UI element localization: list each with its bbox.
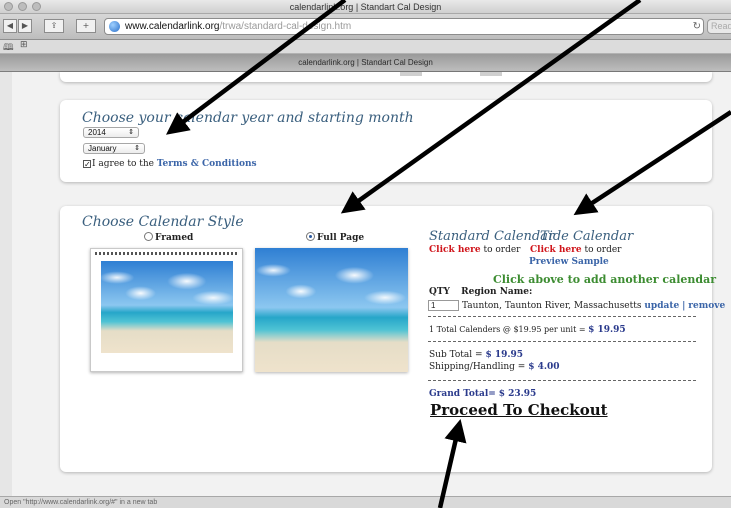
standard-to-order-label: to order	[483, 245, 521, 255]
fullpage-radio[interactable]	[306, 232, 315, 241]
address-host: www.calendarlink.org	[125, 21, 220, 32]
terms-link[interactable]: Terms & Conditions	[157, 159, 257, 169]
style-option-framed[interactable]: Framed	[144, 232, 193, 243]
month-select-value: January	[88, 144, 117, 153]
tide-click-here-link[interactable]: Click here	[530, 245, 582, 255]
beach-image	[101, 261, 233, 353]
preview-sample-link[interactable]: Preview Sample	[529, 257, 609, 267]
update-link[interactable]: update	[644, 301, 679, 311]
grand-total-label: Grand Total=	[429, 389, 496, 399]
fullpage-preview[interactable]	[255, 248, 408, 372]
tab-title: calendarlink.org | Standart Cal Design	[298, 58, 433, 67]
standard-calendar-title: Standard Calendar	[429, 229, 555, 244]
subtotal-value: $ 19.95	[485, 350, 524, 360]
forward-icon[interactable]: ▶	[18, 19, 32, 33]
region-name: Taunton, Taunton River, Massachusetts	[462, 301, 642, 311]
tide-calendar-title: Tide Calendar	[540, 229, 634, 244]
framed-preview[interactable]	[90, 248, 243, 372]
year-month-heading: Choose your calendar year and starting m…	[82, 110, 414, 126]
shipping-label: Shipping/Handling =	[429, 362, 526, 372]
year-select[interactable]: 2014 ⇕	[83, 127, 139, 138]
status-bar: Open "http://www.calendarlink.org/#" in …	[0, 496, 731, 508]
subtotal-line: Sub Total = $ 19.95	[429, 350, 523, 360]
share-icon[interactable]: ⇪	[44, 19, 64, 33]
plus-icon[interactable]: +	[76, 19, 96, 33]
grand-total-line: Grand Total= $ 23.95	[429, 389, 536, 399]
add-another-calendar-hint: Click above to add another calendar	[493, 273, 717, 286]
back-icon[interactable]: ◀	[3, 19, 17, 33]
year-select-value: 2014	[88, 128, 106, 137]
framed-label: Framed	[155, 233, 194, 243]
subtotal-label: Sub Total =	[429, 350, 483, 360]
close-window-button[interactable]	[4, 2, 13, 11]
address-bar[interactable]: www.calendarlink.org/trwa/standard-cal-d…	[104, 18, 704, 35]
order-row: 1 Taunton, Taunton River, Massachusetts u…	[428, 300, 725, 311]
remove-link[interactable]: remove	[688, 301, 725, 311]
agree-row: ✓I agree to the Terms & Conditions	[83, 159, 257, 169]
previous-panel	[60, 72, 712, 82]
total-line-label: 1 Total Calenders @ $19.95 per unit =	[429, 325, 586, 334]
framed-radio[interactable]	[144, 232, 153, 241]
month-select[interactable]: January ⇕	[83, 143, 145, 154]
standard-click-here-link[interactable]: Click here	[429, 245, 481, 255]
shipping-line: Shipping/Handling = $ 4.00	[429, 362, 560, 372]
divider	[480, 72, 502, 76]
fullpage-label: Full Page	[317, 233, 365, 243]
divider	[428, 380, 696, 381]
agree-label: I agree to the	[92, 159, 154, 169]
region-header: Region Name:	[461, 287, 533, 297]
browser-toolbar: ◀ ▶ ⇪ + www.calendarlink.org/trwa/standa…	[0, 14, 731, 40]
zoom-window-button[interactable]	[32, 2, 41, 11]
total-calendars-line: 1 Total Calenders @ $19.95 per unit = $ …	[429, 325, 626, 335]
order-table-header: QTY Region Name:	[429, 287, 532, 297]
style-option-fullpage[interactable]: Full Page	[306, 232, 364, 243]
grid-icon[interactable]: ⊞	[20, 40, 28, 50]
window-titlebar: calendarlink.org | Standart Cal Design	[0, 0, 731, 14]
globe-icon	[109, 21, 120, 32]
window-title: calendarlink.org | Standart Cal Design	[289, 2, 442, 12]
tide-to-order-label: to order	[584, 245, 622, 255]
qty-header: QTY	[429, 287, 450, 297]
grand-total-value: $ 23.95	[498, 389, 537, 399]
reload-icon[interactable]: ↻	[693, 19, 701, 34]
spiral-binding	[95, 252, 239, 255]
reader-button[interactable]: Read	[707, 19, 731, 34]
agree-checkbox[interactable]: ✓	[83, 160, 91, 169]
proceed-to-checkout-link[interactable]: Proceed To Checkout	[430, 401, 608, 419]
tide-order-line: Click here to order	[530, 245, 621, 255]
minimize-window-button[interactable]	[18, 2, 27, 11]
link-separator: |	[682, 301, 686, 311]
chevron-updown-icon: ⇕	[134, 145, 140, 152]
divider	[428, 316, 696, 317]
bookmarks-bar: 🕮 ⊞	[0, 40, 731, 54]
divider	[428, 341, 696, 342]
standard-order-line: Click here to order	[429, 245, 520, 255]
calendar-style-heading: Choose Calendar Style	[82, 214, 244, 230]
divider	[400, 72, 422, 76]
chevron-updown-icon: ⇕	[128, 129, 134, 136]
shipping-value: $ 4.00	[528, 362, 560, 372]
tab-active[interactable]: calendarlink.org | Standart Cal Design	[0, 54, 731, 72]
total-line-value: $ 19.95	[588, 325, 626, 335]
quantity-input[interactable]: 1	[428, 300, 459, 311]
address-path: /trwa/standard-cal-design.htm	[219, 21, 352, 32]
